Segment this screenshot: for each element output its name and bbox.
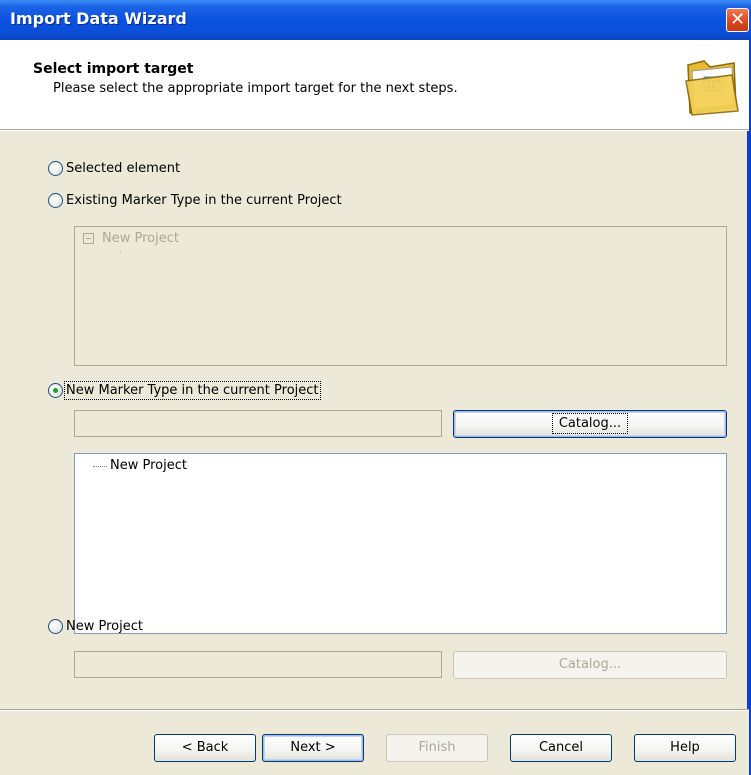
close-icon: ✕	[729, 9, 746, 30]
finish-button-label: Finish	[418, 740, 456, 755]
radio-new-project[interactable]: New Project	[48, 619, 143, 634]
radio-label: Existing Marker Type in the current Proj…	[66, 193, 342, 208]
tree-connector	[120, 251, 121, 252]
radio-label: Selected element	[66, 161, 181, 176]
marker-name-field[interactable]	[74, 410, 442, 437]
back-button[interactable]: < Back	[154, 734, 256, 762]
new-marker-tree[interactable]: New Project	[74, 453, 727, 634]
radio-button[interactable]	[48, 161, 63, 176]
back-button-label: < Back	[181, 740, 229, 755]
step-description: Please select the appropriate import tar…	[53, 81, 458, 96]
project-name-field[interactable]	[74, 651, 442, 678]
existing-marker-tree: New Project	[74, 226, 727, 366]
wizard-header: Select import target Please select the a…	[0, 40, 749, 129]
radio-button[interactable]	[48, 619, 63, 634]
next-button[interactable]: Next >	[262, 734, 364, 762]
radio-label: New Marker Type in the current Project	[64, 381, 321, 400]
radio-button-checked[interactable]	[48, 383, 63, 398]
finish-button[interactable]: Finish	[386, 734, 488, 762]
window-title: Import Data Wizard	[10, 9, 187, 28]
cancel-button[interactable]: Cancel	[510, 734, 612, 762]
radio-selected-element[interactable]: Selected element	[48, 161, 180, 176]
header-divider	[0, 129, 749, 131]
wizard-window: Import Data Wizard ✕ Select import targe…	[0, 0, 751, 775]
help-button-label: Help	[670, 740, 700, 755]
tree-node: New Project	[83, 231, 179, 246]
help-button[interactable]: Help	[634, 734, 736, 762]
tree-node-label: New Project	[110, 458, 187, 473]
radio-new-marker-type[interactable]: New Marker Type in the current Project	[48, 381, 321, 400]
catalog-button-label: Catalog...	[551, 413, 629, 434]
project-catalog-button[interactable]: Catalog...	[453, 651, 727, 679]
dialog-client-area: Select import target Please select the a…	[0, 40, 749, 775]
tree-node-label: New Project	[102, 231, 179, 246]
step-title: Select import target	[33, 61, 194, 77]
wizard-footer: < Back Next > Finish Cancel Help	[0, 711, 749, 775]
folder-icon	[685, 60, 739, 116]
cancel-button-label: Cancel	[538, 740, 584, 755]
project-catalog-button-label: Catalog...	[558, 657, 622, 672]
tree-node[interactable]: New Project	[93, 458, 187, 473]
catalog-button[interactable]: Catalog...	[453, 410, 727, 438]
radio-existing-marker-type[interactable]: Existing Marker Type in the current Proj…	[48, 193, 342, 208]
title-bar[interactable]: Import Data Wizard ✕	[0, 0, 751, 40]
tree-connector	[93, 466, 107, 467]
collapse-icon	[83, 233, 94, 244]
radio-button[interactable]	[48, 193, 63, 208]
close-button[interactable]: ✕	[726, 8, 749, 32]
next-button-label: Next >	[290, 740, 336, 755]
radio-label: New Project	[66, 619, 143, 634]
